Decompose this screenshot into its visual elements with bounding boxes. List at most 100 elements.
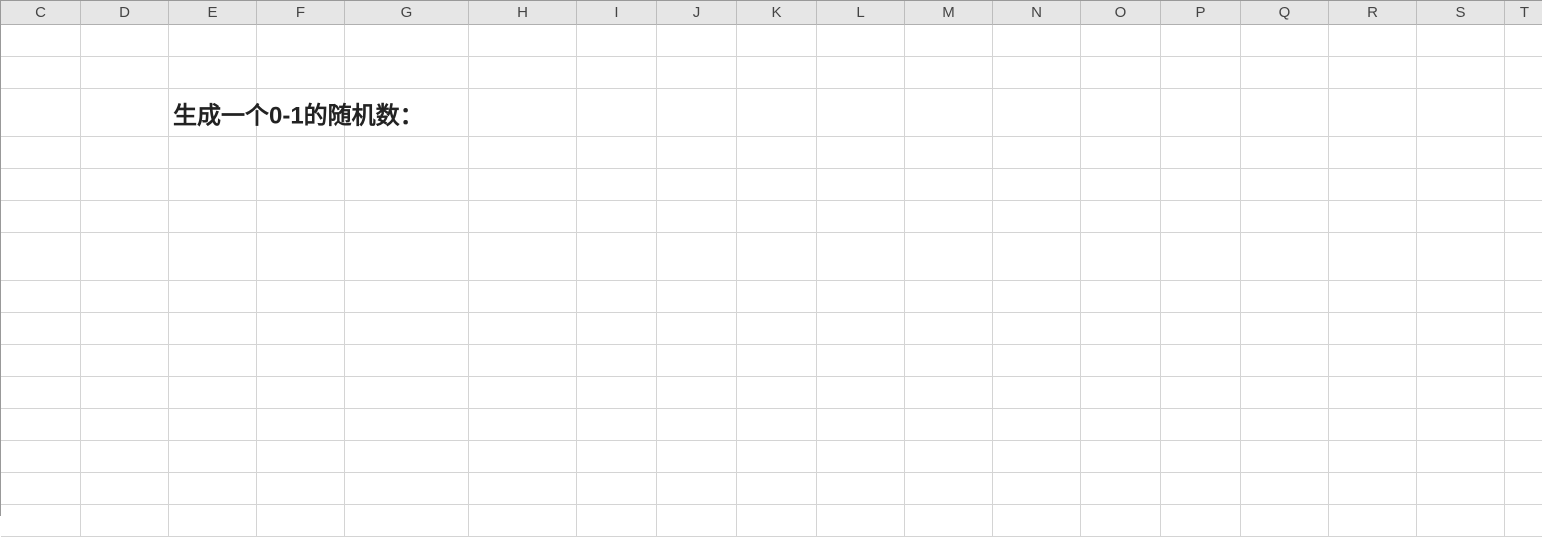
cell-S-15[interactable] (1417, 505, 1505, 537)
cell-E-1[interactable] (169, 25, 257, 57)
cell-R-6[interactable] (1329, 201, 1417, 233)
column-header-F[interactable]: F (257, 1, 345, 25)
cell-O-11[interactable] (1081, 377, 1161, 409)
cell-I-7[interactable] (577, 233, 657, 281)
cell-C-14[interactable] (1, 473, 81, 505)
cell-P-11[interactable] (1161, 377, 1241, 409)
cell-Q-11[interactable] (1241, 377, 1329, 409)
cell-C-8[interactable] (1, 281, 81, 313)
cell-L-15[interactable] (817, 505, 905, 537)
cell-C-4[interactable] (1, 137, 81, 169)
cell-C-15[interactable] (1, 505, 81, 537)
cell-K-14[interactable] (737, 473, 817, 505)
cell-G-15[interactable] (345, 505, 469, 537)
cell-S-10[interactable] (1417, 345, 1505, 377)
cell-T-4[interactable] (1505, 137, 1542, 169)
cell-L-13[interactable] (817, 441, 905, 473)
column-header-P[interactable]: P (1161, 1, 1241, 25)
cell-M-7[interactable] (905, 233, 993, 281)
cell-G-8[interactable] (345, 281, 469, 313)
cell-J-5[interactable] (657, 169, 737, 201)
cell-H-14[interactable] (469, 473, 577, 505)
cell-N-13[interactable] (993, 441, 1081, 473)
cell-R-15[interactable] (1329, 505, 1417, 537)
cell-R-5[interactable] (1329, 169, 1417, 201)
cell-S-12[interactable] (1417, 409, 1505, 441)
cell-F-7[interactable] (257, 233, 345, 281)
cell-M-2[interactable] (905, 57, 993, 89)
cell-E-12[interactable] (169, 409, 257, 441)
cell-R-1[interactable] (1329, 25, 1417, 57)
cell-N-5[interactable] (993, 169, 1081, 201)
cell-T-1[interactable] (1505, 25, 1542, 57)
cell-S-9[interactable] (1417, 313, 1505, 345)
cell-G-5[interactable] (345, 169, 469, 201)
cell-M-8[interactable] (905, 281, 993, 313)
cell-L-6[interactable] (817, 201, 905, 233)
cell-C-10[interactable] (1, 345, 81, 377)
cell-L-5[interactable] (817, 169, 905, 201)
cell-Q-12[interactable] (1241, 409, 1329, 441)
cell-S-6[interactable] (1417, 201, 1505, 233)
column-header-Q[interactable]: Q (1241, 1, 1329, 25)
cell-H-7[interactable] (469, 233, 577, 281)
cell-Q-3[interactable] (1241, 89, 1329, 137)
cell-H-9[interactable] (469, 313, 577, 345)
cell-E-5[interactable] (169, 169, 257, 201)
cell-T-10[interactable] (1505, 345, 1542, 377)
cell-R-12[interactable] (1329, 409, 1417, 441)
cell-F-10[interactable] (257, 345, 345, 377)
column-header-I[interactable]: I (577, 1, 657, 25)
cell-S-5[interactable] (1417, 169, 1505, 201)
cell-L-8[interactable] (817, 281, 905, 313)
cell-N-6[interactable] (993, 201, 1081, 233)
cell-M-12[interactable] (905, 409, 993, 441)
cell-F-9[interactable] (257, 313, 345, 345)
cell-S-8[interactable] (1417, 281, 1505, 313)
cell-F-5[interactable] (257, 169, 345, 201)
cell-M-1[interactable] (905, 25, 993, 57)
cell-H-11[interactable] (469, 377, 577, 409)
cell-G-13[interactable] (345, 441, 469, 473)
cell-P-5[interactable] (1161, 169, 1241, 201)
cell-E-2[interactable] (169, 57, 257, 89)
cell-F-14[interactable] (257, 473, 345, 505)
cell-G-11[interactable] (345, 377, 469, 409)
cell-Q-14[interactable] (1241, 473, 1329, 505)
cell-M-10[interactable] (905, 345, 993, 377)
cell-J-8[interactable] (657, 281, 737, 313)
cell-P-2[interactable] (1161, 57, 1241, 89)
cell-T-12[interactable] (1505, 409, 1542, 441)
cell-J-4[interactable] (657, 137, 737, 169)
cell-S-3[interactable] (1417, 89, 1505, 137)
column-header-L[interactable]: L (817, 1, 905, 25)
cell-I-1[interactable] (577, 25, 657, 57)
cell-T-7[interactable] (1505, 233, 1542, 281)
cell-G-7[interactable] (345, 233, 469, 281)
cell-Q-8[interactable] (1241, 281, 1329, 313)
cell-H-12[interactable] (469, 409, 577, 441)
cell-O-15[interactable] (1081, 505, 1161, 537)
cell-D-4[interactable] (81, 137, 169, 169)
cell-H-13[interactable] (469, 441, 577, 473)
cell-F-13[interactable] (257, 441, 345, 473)
cell-F-6[interactable] (257, 201, 345, 233)
cell-K-6[interactable] (737, 201, 817, 233)
cell-I-15[interactable] (577, 505, 657, 537)
cell-R-10[interactable] (1329, 345, 1417, 377)
cell-E-15[interactable] (169, 505, 257, 537)
cell-E-4[interactable] (169, 137, 257, 169)
cell-C-2[interactable] (1, 57, 81, 89)
cell-Q-10[interactable] (1241, 345, 1329, 377)
cell-K-13[interactable] (737, 441, 817, 473)
cell-I-4[interactable] (577, 137, 657, 169)
column-header-N[interactable]: N (993, 1, 1081, 25)
cell-S-14[interactable] (1417, 473, 1505, 505)
cell-D-11[interactable] (81, 377, 169, 409)
cell-H-10[interactable] (469, 345, 577, 377)
cell-M-5[interactable] (905, 169, 993, 201)
cell-C-11[interactable] (1, 377, 81, 409)
cell-Q-7[interactable] (1241, 233, 1329, 281)
cell-K-10[interactable] (737, 345, 817, 377)
cell-D-13[interactable] (81, 441, 169, 473)
